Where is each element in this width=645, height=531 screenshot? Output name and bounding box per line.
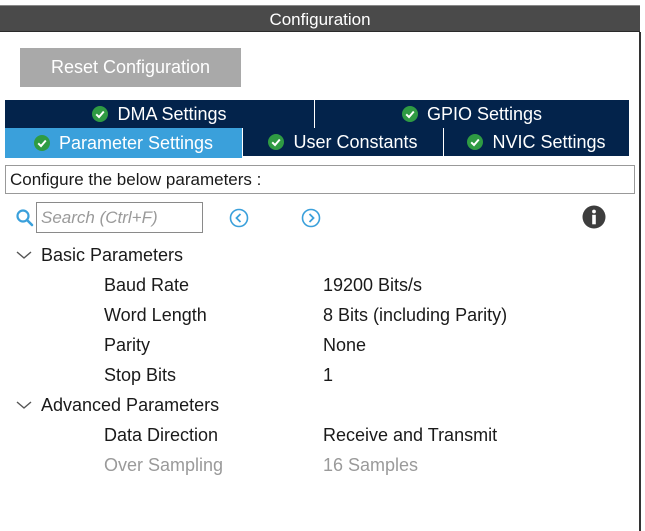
param-name-over-sampling: Over Sampling	[104, 455, 224, 475]
check-circle-icon	[467, 134, 484, 150]
param-name-parity[interactable]: Parity	[104, 333, 150, 357]
group-basic-parameters[interactable]: Basic Parameters	[15, 243, 183, 267]
chevron-down-icon	[16, 401, 32, 409]
tab-nvic-settings[interactable]: NVIC Settings	[444, 128, 630, 156]
chevron-right-circle-icon[interactable]	[301, 208, 321, 228]
tab-label: DMA Settings	[117, 103, 227, 124]
check-circle-icon	[92, 106, 109, 122]
param-value-parity[interactable]: None	[323, 333, 366, 357]
tab-label: Parameter Settings	[58, 132, 214, 153]
tab-parameter-settings[interactable]: Parameter Settings	[5, 128, 243, 158]
param-name-word-length[interactable]: Word Length	[104, 303, 207, 327]
search-input[interactable]	[36, 202, 203, 233]
tab-gpio-settings[interactable]: GPIO Settings	[315, 100, 630, 128]
check-circle-icon	[401, 106, 418, 122]
description-text: Configure the below parameters :	[5, 165, 635, 194]
tab-dma-settings[interactable]: DMA Settings	[5, 100, 315, 128]
window-title: Configuration	[0, 5, 640, 32]
group-advanced-parameters[interactable]: Advanced Parameters	[15, 393, 219, 417]
check-circle-icon	[33, 135, 50, 151]
tab-label: User Constants	[293, 131, 418, 152]
param-value-word-length[interactable]: 8 Bits (including Parity)	[323, 303, 507, 327]
tab-label: NVIC Settings	[492, 131, 606, 152]
tab-user-constants[interactable]: User Constants	[243, 128, 444, 156]
chevron-left-circle-icon[interactable]	[229, 208, 249, 228]
param-value-baud-rate[interactable]: 19200 Bits/s	[323, 273, 422, 297]
group-label: Basic Parameters	[41, 244, 184, 265]
reset-configuration-button[interactable]: Reset Configuration	[20, 48, 241, 87]
param-value-over-sampling: 16 Samples	[323, 455, 419, 475]
param-value-stop-bits[interactable]: 1	[323, 363, 333, 387]
param-name-baud-rate[interactable]: Baud Rate	[104, 273, 189, 297]
param-name-stop-bits[interactable]: Stop Bits	[104, 363, 176, 387]
group-label: Advanced Parameters	[41, 394, 220, 415]
param-name-data-direction[interactable]: Data Direction	[104, 423, 218, 447]
panel-border	[639, 32, 641, 531]
param-value-data-direction[interactable]: Receive and Transmit	[323, 423, 497, 447]
search-icon[interactable]	[15, 208, 35, 228]
tab-label: GPIO Settings	[426, 103, 543, 124]
info-icon[interactable]	[582, 205, 606, 229]
chevron-down-icon	[16, 251, 32, 259]
check-circle-icon	[268, 134, 285, 150]
